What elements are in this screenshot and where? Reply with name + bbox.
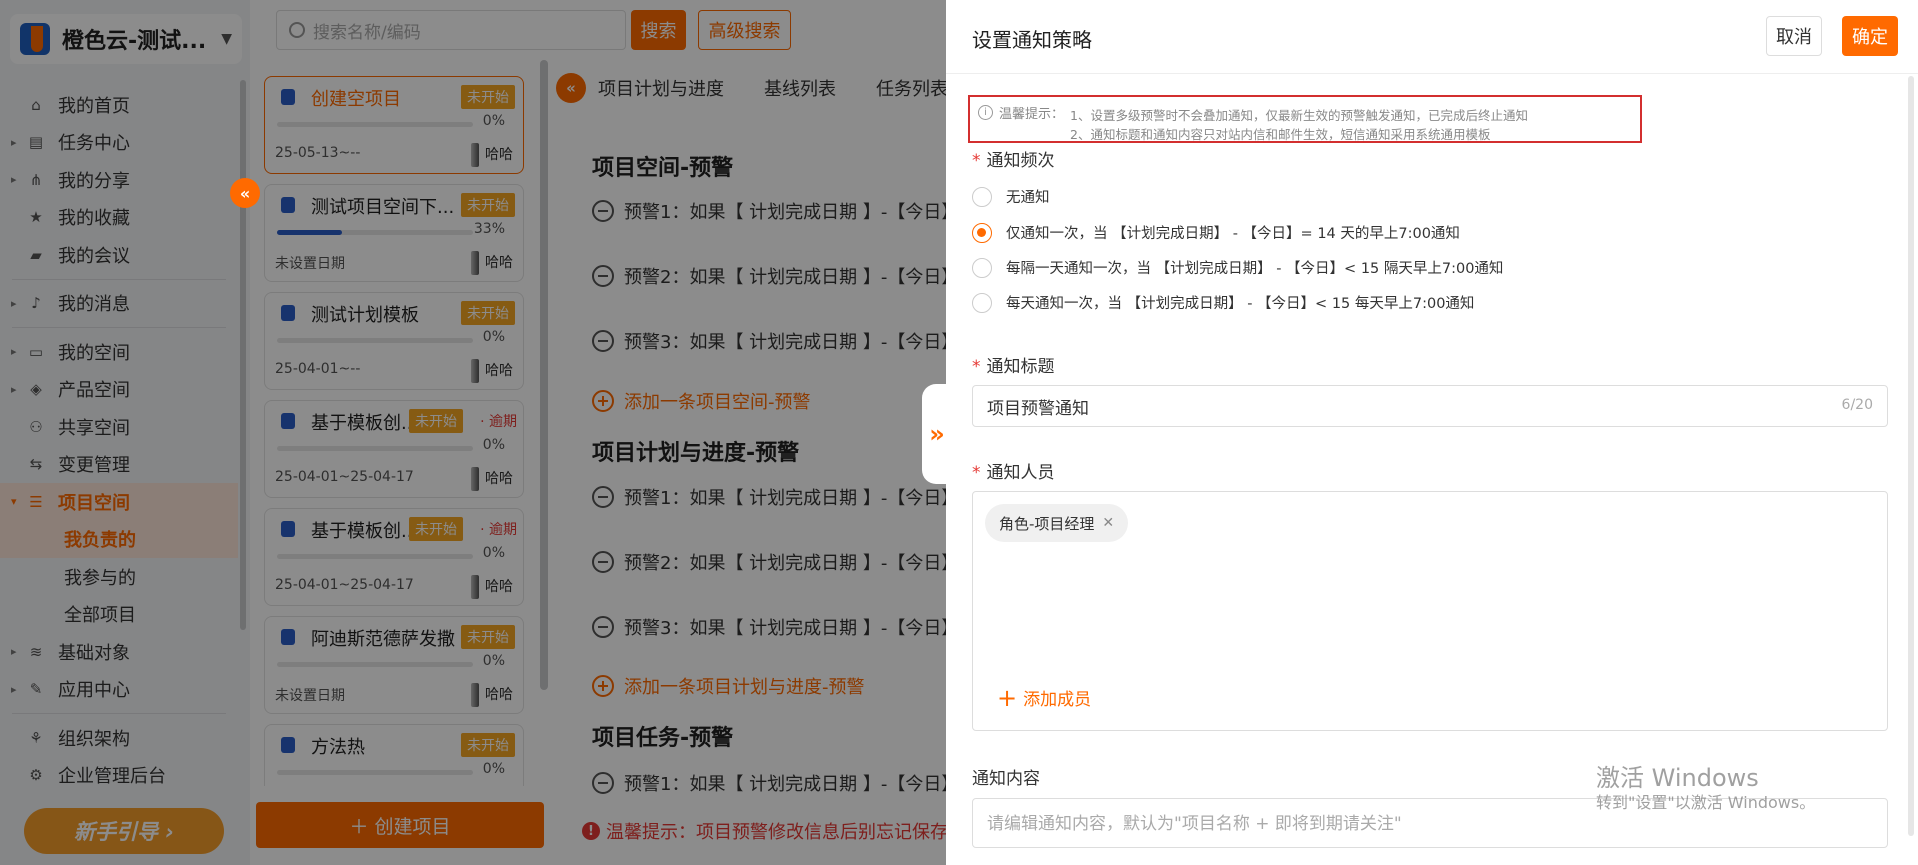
member-tag[interactable]: 角色-项目经理 ✕ — [985, 504, 1129, 542]
tip-line: 2、通知标题和通知内容只对站内信和邮件生效，短信通知采用系统通用模板 — [1070, 127, 1491, 142]
radio-icon[interactable] — [972, 222, 992, 243]
tip-label: i 温馨提示： — [978, 103, 1064, 122]
notification-strategy-drawer: 设置通知策略 取消 确定 i 温馨提示： 1、设置多级预警时不会叠加通知，仅最新… — [946, 0, 1918, 865]
app-root: 橙色云-测试... ▼ ⌂ 我的首页 ▸ ▤ 任务中心 ▸ ⋔ 我的分享 ★ 我的收藏 ▰ 我的会议 ▸… — [0, 0, 1918, 865]
frequency-option-label: 无通知 — [1006, 190, 1050, 206]
frequency-option[interactable]: 无通知 — [972, 186, 1050, 207]
char-count: 6/20 — [1841, 397, 1873, 413]
watermark-title: 激活 Windows — [1596, 764, 1759, 792]
members-label: * 通知人员 — [972, 463, 1055, 483]
close-icon[interactable]: ✕ — [1102, 515, 1114, 531]
radio-icon[interactable] — [972, 292, 992, 313]
frequency-label: * 通知频次 — [972, 151, 1055, 171]
content-label: 通知内容 — [972, 769, 1040, 789]
radio-icon[interactable] — [972, 257, 992, 278]
frequency-option[interactable]: 每隔一天通知一次，当 【计划完成日期】 - 【今日】< 15 隔天早上7:00通… — [972, 257, 1503, 278]
tip-line: 1、设置多级预警时不会叠加通知，仅最新生效的预警触发通知，已完成后终止通知 — [1070, 108, 1528, 123]
frequency-option[interactable]: 仅通知一次，当 【计划完成日期】 - 【今日】= 14 天的早上7:00通知 — [972, 222, 1460, 243]
watermark-subtitle: 转到"设置"以激活 Windows。 — [1596, 792, 1816, 812]
drawer-header: 设置通知策略 取消 确定 — [946, 0, 1918, 74]
collapse-sidebar-icon[interactable]: « — [230, 178, 260, 208]
add-member-button[interactable]: + 添加成员 — [997, 683, 1092, 712]
content-placeholder: 请编辑通知内容，默认为"项目名称 + 即将到期请关注" — [987, 814, 1402, 834]
modal-overlay[interactable] — [0, 0, 946, 865]
cancel-button[interactable]: 取消 — [1766, 16, 1822, 56]
members-field[interactable]: 角色-项目经理 ✕ + 添加成员 — [972, 491, 1888, 731]
member-tag-label: 角色-项目经理 — [999, 514, 1095, 533]
windows-activation-watermark: 激活 Windows 转到"设置"以激活 Windows。 — [1596, 764, 1815, 812]
frequency-option-label: 每天通知一次，当 【计划完成日期】 - 【今日】< 15 每天早上7:00通知 — [1006, 296, 1475, 312]
add-member-label: 添加成员 — [1023, 690, 1092, 710]
plus-icon: + — [997, 683, 1018, 712]
confirm-button[interactable]: 确定 — [1842, 16, 1898, 56]
title-value: 项目预警通知 — [987, 398, 1089, 419]
notification-title-input[interactable]: 项目预警通知 6/20 — [972, 385, 1888, 427]
title-label: * 通知标题 — [972, 357, 1055, 377]
tip-label-text: 温馨提示： — [999, 107, 1065, 122]
drawer-scrollbar[interactable] — [1908, 76, 1914, 836]
frequency-option-label: 每隔一天通知一次，当 【计划完成日期】 - 【今日】< 15 隔天早上7:00通… — [1006, 261, 1504, 277]
tip-box: i 温馨提示： 1、设置多级预警时不会叠加通知，仅最新生效的预警触发通知，已完成… — [968, 95, 1642, 143]
drawer-title: 设置通知策略 — [972, 28, 1092, 52]
radio-icon[interactable] — [972, 186, 992, 207]
info-icon: i — [978, 105, 993, 120]
frequency-option[interactable]: 每天通知一次，当 【计划完成日期】 - 【今日】< 15 每天早上7:00通知 — [972, 292, 1474, 313]
frequency-option-label: 仅通知一次，当 【计划完成日期】 - 【今日】= 14 天的早上7:00通知 — [1006, 226, 1460, 242]
